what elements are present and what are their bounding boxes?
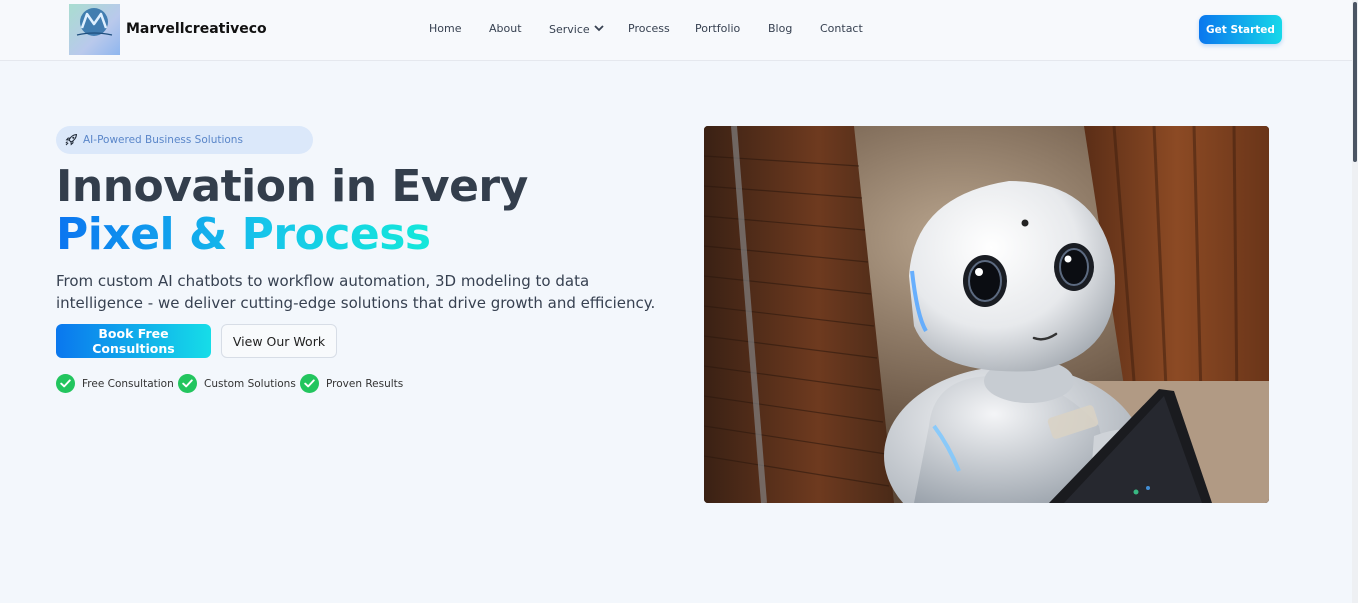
logo-mark [76,8,113,36]
nav-service[interactable]: Service [549,22,604,36]
brand-name[interactable]: Marvellcreativeco [126,21,267,37]
hero-title-line1: Innovation in Every [56,161,528,212]
nav-about[interactable]: About [489,22,522,35]
book-consultation-button[interactable]: Book Free Consultions [56,324,211,358]
hero-badge-text: AI-Powered Business Solutions [83,134,243,146]
hero-title-gradient-text: Pixel & Process [56,209,431,260]
nav-portfolio[interactable]: Portfolio [695,22,740,35]
view-our-work-button[interactable]: View Our Work [221,324,337,358]
hero-badge: AI-Powered Business Solutions [56,126,313,154]
check-icon [300,374,319,393]
feature-label: Custom Solutions [204,377,296,390]
nav-process[interactable]: Process [628,22,670,35]
scrollbar-thumb[interactable] [1353,2,1357,162]
hero-image [704,126,1269,503]
site-header: Marvellcreativeco Home About Service Pro… [0,0,1352,61]
feature-proven-results: Proven Results [300,374,403,393]
nav-home[interactable]: Home [429,22,461,35]
nav-contact[interactable]: Contact [820,22,863,35]
chevron-down-icon [594,22,604,35]
nav-blog[interactable]: Blog [768,22,792,35]
check-icon [178,374,197,393]
feature-free-consultation: Free Consultation [56,374,174,393]
get-started-button[interactable]: Get Started [1199,15,1282,44]
nav-service-label: Service [549,23,590,36]
hero-title-line2: Pixel & Process [56,210,431,260]
rocket-icon [65,133,78,146]
feature-custom-solutions: Custom Solutions [178,374,296,393]
feature-label: Free Consultation [82,377,174,390]
robot-image [704,126,1269,503]
brand-logo[interactable] [69,4,120,55]
check-icon [56,374,75,393]
hero-subtitle: From custom AI chatbots to workflow auto… [56,272,656,312]
feature-label: Proven Results [326,377,404,390]
